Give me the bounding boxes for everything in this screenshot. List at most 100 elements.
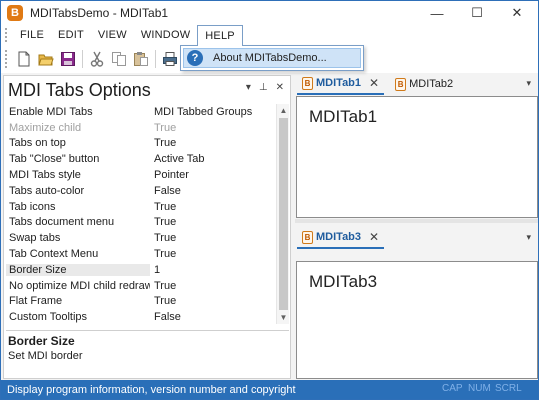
mdi-tabstrip-bottom: B MDITab3 ✕ ▾ — [297, 227, 537, 249]
open-button[interactable] — [35, 48, 57, 70]
maximize-button[interactable]: ☐ — [457, 1, 497, 25]
cut-icon — [90, 51, 104, 67]
toolbar-grip[interactable] — [5, 50, 9, 68]
menu-help[interactable]: HELP — [197, 24, 243, 46]
print-button[interactable] — [159, 48, 181, 70]
document-icon: B — [302, 230, 313, 244]
tab-mditab1[interactable]: B MDITab1 ✕ — [297, 73, 385, 95]
scroll-down-arrow-icon[interactable]: ▼ — [277, 311, 290, 324]
copy-icon — [112, 52, 126, 66]
document-content: MDITab1 — [309, 107, 378, 126]
print-icon — [163, 52, 177, 66]
property-row[interactable]: MDI Tabs style Pointer — [6, 167, 275, 183]
new-file-icon — [18, 51, 30, 67]
panel-close-icon[interactable]: ✕ — [276, 82, 284, 93]
close-icon: ✕ — [511, 5, 523, 20]
property-name: Custom Tooltips — [9, 311, 88, 324]
property-name: MDI Tabs style — [9, 169, 81, 182]
scroll-lock-indicator: SCRL — [495, 383, 522, 394]
mdi-document-3[interactable]: MDITab3 — [296, 261, 538, 379]
property-value: True — [154, 121, 177, 134]
property-name: Flat Frame — [9, 295, 63, 308]
paste-button[interactable] — [130, 48, 152, 70]
menu-file[interactable]: FILE — [13, 25, 51, 45]
property-row[interactable]: Tabs auto-color False — [6, 183, 275, 199]
panel-dropdown-icon[interactable]: ▾ — [246, 82, 251, 93]
tab-mditab3[interactable]: B MDITab3 ✕ — [297, 227, 385, 249]
tabs-document-menu-icon[interactable]: ▾ — [526, 232, 531, 243]
description-text: Set MDI border — [8, 350, 83, 362]
menu-item-about[interactable]: ? About MDITabsDemo... — [183, 48, 361, 68]
status-bar: Display program information, version num… — [1, 380, 538, 399]
property-value[interactable]: Pointer — [150, 169, 189, 181]
property-value[interactable]: False — [150, 185, 181, 197]
property-grid-scrollbar[interactable]: ▲ ▼ — [276, 104, 289, 324]
menu-window[interactable]: WINDOW — [134, 25, 197, 45]
property-value[interactable]: True — [150, 201, 176, 213]
property-value[interactable]: True — [150, 137, 176, 149]
maximize-icon: ☐ — [471, 5, 483, 20]
document-content: MDITab3 — [309, 272, 378, 291]
property-row[interactable]: Enable MDI Tabs MDI Tabbed Groups — [6, 104, 275, 120]
menu-item-about-label: About MDITabsDemo... — [213, 52, 327, 64]
help-dropdown-menu: ? About MDITabsDemo... — [180, 45, 364, 71]
menu-bar: FILE EDIT VIEW WINDOW HELP — [1, 24, 538, 46]
pin-icon[interactable]: ⊥ — [259, 82, 268, 93]
property-row-selected[interactable]: Border Size 1 — [6, 262, 275, 278]
property-row[interactable]: Tabs document menu True — [6, 215, 275, 231]
tab-label: MDITab3 — [316, 231, 362, 243]
close-button[interactable]: ✕ — [497, 1, 537, 25]
menu-view[interactable]: VIEW — [91, 25, 134, 45]
property-value[interactable]: True — [150, 295, 176, 307]
tab-group-splitter[interactable] — [295, 219, 538, 223]
property-value[interactable]: True — [150, 216, 176, 228]
property-grid: Enable MDI Tabs MDI Tabbed Groups Maximi… — [6, 104, 275, 324]
property-row[interactable]: No optimize MDI child redraw True — [6, 278, 275, 294]
property-row[interactable]: Tab icons True — [6, 199, 275, 215]
new-file-button[interactable] — [13, 48, 35, 70]
window-title: MDITabsDemo - MDITab1 — [30, 6, 169, 20]
property-row[interactable]: Tab Context Menu True — [6, 246, 275, 262]
property-value[interactable]: Active Tab — [150, 153, 205, 165]
property-name: Enable MDI Tabs — [9, 105, 93, 118]
tab-close-icon[interactable]: ✕ — [369, 76, 379, 90]
tab-mditab2[interactable]: B MDITab2 — [390, 73, 458, 95]
property-value[interactable]: False — [150, 311, 181, 323]
tab-label: MDITab1 — [316, 77, 362, 89]
scroll-up-arrow-icon[interactable]: ▲ — [277, 104, 290, 117]
property-description: Border Size Set MDI border — [6, 330, 289, 378]
property-row[interactable]: Maximize child True — [6, 120, 275, 136]
property-row[interactable]: Tabs on top True — [6, 136, 275, 152]
options-panel-header: MDI Tabs Options ▾ ⊥ ✕ — [4, 76, 290, 104]
mdi-tabstrip-top: B MDITab1 ✕ B MDITab2 ▾ — [297, 73, 537, 95]
paste-icon — [134, 52, 148, 66]
property-value[interactable]: True — [150, 280, 176, 292]
menu-grip[interactable] — [5, 28, 9, 42]
save-button[interactable] — [57, 48, 79, 70]
property-row[interactable]: Custom Tooltips False — [6, 309, 275, 324]
tabs-document-menu-icon[interactable]: ▾ — [526, 78, 531, 89]
property-value[interactable]: 1 — [150, 264, 160, 276]
scrollbar-thumb[interactable] — [279, 118, 288, 310]
property-name: Tab icons — [9, 200, 56, 213]
property-row[interactable]: Flat Frame True — [6, 294, 275, 310]
options-panel: MDI Tabs Options ▾ ⊥ ✕ Enable MDI Tabs M… — [3, 75, 291, 379]
copy-button[interactable] — [108, 48, 130, 70]
toolbar-separator — [155, 50, 156, 68]
minimize-button[interactable]: — — [417, 1, 457, 25]
toolbar-separator — [82, 50, 83, 68]
cut-button[interactable] — [86, 48, 108, 70]
mdi-document-1[interactable]: MDITab1 — [296, 96, 538, 218]
property-value[interactable]: True — [150, 232, 176, 244]
minimize-icon: — — [430, 5, 444, 21]
app-icon: B — [7, 5, 23, 21]
property-name: Tab Context Menu — [9, 248, 99, 261]
property-value[interactable]: MDI Tabbed Groups — [150, 106, 252, 118]
property-row[interactable]: Swap tabs True — [6, 230, 275, 246]
tab-close-icon[interactable]: ✕ — [369, 230, 379, 244]
property-name: Tabs document menu — [9, 216, 115, 229]
property-row[interactable]: Tab "Close" button Active Tab — [6, 151, 275, 167]
menu-edit[interactable]: EDIT — [51, 25, 91, 45]
property-name: Maximize child — [9, 121, 82, 134]
property-value[interactable]: True — [150, 248, 176, 260]
